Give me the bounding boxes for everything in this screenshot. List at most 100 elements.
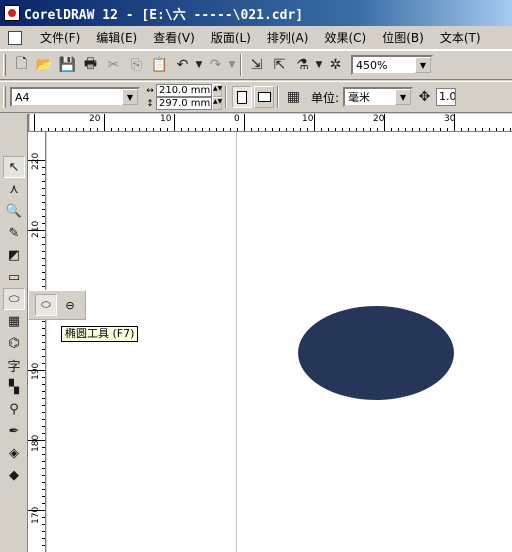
paper-dimensions: ↔ 210.0 mm ▲▼ ↕ 297.0 mm ▲▼ [144,84,222,110]
ruler-tick [42,349,45,350]
ruler-tick [104,114,105,131]
toolbar-grip[interactable] [3,54,6,76]
interactive-blend-tool-icon[interactable]: ▚ [3,376,25,398]
chevron-down-icon[interactable]: ▼ [415,57,431,73]
print-icon[interactable]: 🖶 [79,54,102,77]
ruler-tick [42,454,45,455]
interactive-fill-tool-icon[interactable]: ◆ [3,464,25,486]
ruler-tick [28,510,45,511]
fill-tool-icon[interactable]: ◈ [3,442,25,464]
chevron-down-icon[interactable]: ▼ [122,89,138,105]
eyedropper-tool-icon[interactable]: ⚲ [3,398,25,420]
redo-dropdown-icon[interactable]: ▼ [227,54,237,77]
all-pages-icon[interactable]: ▦ [282,86,305,109]
new-icon[interactable]: 🗋 [10,54,33,77]
freehand-tool-icon[interactable]: ✎ [3,222,25,244]
ruler-tick [314,114,315,131]
menu-bitmaps[interactable]: 位图(B) [374,28,432,48]
copy-icon[interactable]: ⎘ [125,54,148,77]
ruler-tick [42,405,45,406]
landscape-page-icon [257,92,271,102]
smart-fill-tool-icon[interactable]: ◩ [3,244,25,266]
import-icon[interactable]: ⇲ [245,54,268,77]
ruler-tick [42,216,45,217]
open-icon[interactable]: 📂 [33,54,56,77]
menu-file[interactable]: 文件(F) [32,28,88,48]
rectangle-tool-icon[interactable]: ▭ [3,266,25,288]
menu-text[interactable]: 文本(T) [432,28,489,48]
outline-tool-icon[interactable]: ✒ [3,420,25,442]
drawing-canvas[interactable] [47,132,512,552]
ellipse-shape[interactable] [298,306,454,400]
ruler-tick [42,265,45,266]
three-point-ellipse-icon[interactable]: ⊖ [59,294,81,316]
ruler-tick [42,251,45,252]
redo-icon[interactable]: ↷ [204,54,227,77]
basic-shapes-tool-icon[interactable]: ⌬ [3,332,25,354]
vertical-ruler[interactable]: 220 210 200 190 180 170 [28,132,46,552]
landscape-button[interactable] [254,86,274,108]
menu-arrange[interactable]: 排列(A) [259,28,317,48]
ruler-tick [42,244,45,245]
ruler-tick [174,114,175,131]
ellipse-tool-icon[interactable]: ⬭ [3,288,25,310]
height-spinner[interactable]: ▲▼ [212,97,222,110]
paper-width-field[interactable]: 210.0 mm [156,84,212,97]
ruler-tick [42,475,45,476]
save-icon[interactable]: 💾 [56,54,79,77]
ruler-tick [42,384,45,385]
ruler-label: 180 [31,434,41,452]
units-value: 毫米 [348,91,371,104]
coreldraw-app-icon[interactable] [4,5,20,21]
undo-dropdown-icon[interactable]: ▼ [194,54,204,77]
ruler-tick [42,202,45,203]
toolbox: ↖ ⋏ 🔍 ✎ ◩ ▭ ⬭ ▦ ⌬ 字 ▚ ⚲ ✒ ◈ ◆ [0,114,28,552]
graph-paper-tool-icon[interactable]: ▦ [3,310,25,332]
shape-tool-icon[interactable]: ⋏ [3,178,25,200]
document-icon[interactable] [8,30,22,45]
width-spinner[interactable]: ▲▼ [212,84,222,97]
ruler-label: 220 [31,152,41,170]
zoom-level-combo[interactable]: 450% ▼ [351,55,433,75]
toolbar-grip[interactable] [3,86,6,108]
property-bar: A4 ▼ ↔ 210.0 mm ▲▼ ↕ 297.0 mm ▲▼ ▦ 单位: 毫… [0,81,512,113]
page-border-line [236,132,237,552]
zoom-tool-icon[interactable]: 🔍 [3,200,25,222]
ruler-label: 190 [31,362,41,380]
export-icon[interactable]: ⇱ [268,54,291,77]
launcher-dropdown-icon[interactable]: ▼ [314,54,324,77]
menu-view[interactable]: 查看(V) [145,28,203,48]
horizontal-ruler[interactable]: 20 10 0 10 20 30 [30,114,512,132]
ellipse-tool-flyout-button[interactable]: ⬭ [35,294,57,316]
ruler-tick [42,496,45,497]
ruler-tick [42,279,45,280]
nudge-field[interactable]: 1.0 [436,88,457,106]
standard-toolbar: 🗋 📂 💾 🖶 ✂ ⎘ 📋 ↶ ▼ ↷ ▼ ⇲ ⇱ ⚗ ▼ ✲ 450% ▼ [0,50,512,80]
height-icon: ↕ [146,98,154,109]
zoom-level-value: 450% [356,58,388,72]
menu-layout[interactable]: 版面(L) [203,28,259,48]
ruler-tick [42,258,45,259]
paste-icon[interactable]: 📋 [148,54,171,77]
ruler-tick [42,398,45,399]
text-tool-icon[interactable]: 字 [3,354,25,376]
ruler-tick [42,328,45,329]
corel-online-icon[interactable]: ✲ [324,54,347,77]
pick-tool-icon[interactable]: ↖ [3,156,25,178]
units-combo[interactable]: 毫米 ▼ [343,87,414,107]
undo-icon[interactable]: ↶ [171,54,194,77]
separator [277,86,279,108]
menu-edit[interactable]: 编辑(E) [88,28,145,48]
chevron-down-icon[interactable]: ▼ [395,89,412,105]
ruler-tick [42,363,45,364]
ruler-tick [28,230,45,231]
ruler-tick [42,482,45,483]
ruler-tick [42,447,45,448]
ruler-tick [42,272,45,273]
paper-height-field[interactable]: 297.0 mm [156,97,212,110]
cut-icon[interactable]: ✂ [102,54,125,77]
paper-size-combo[interactable]: A4 ▼ [10,87,140,107]
portrait-button[interactable] [232,86,252,108]
application-launcher-icon[interactable]: ⚗ [291,54,314,77]
menu-effects[interactable]: 效果(C) [316,28,374,48]
